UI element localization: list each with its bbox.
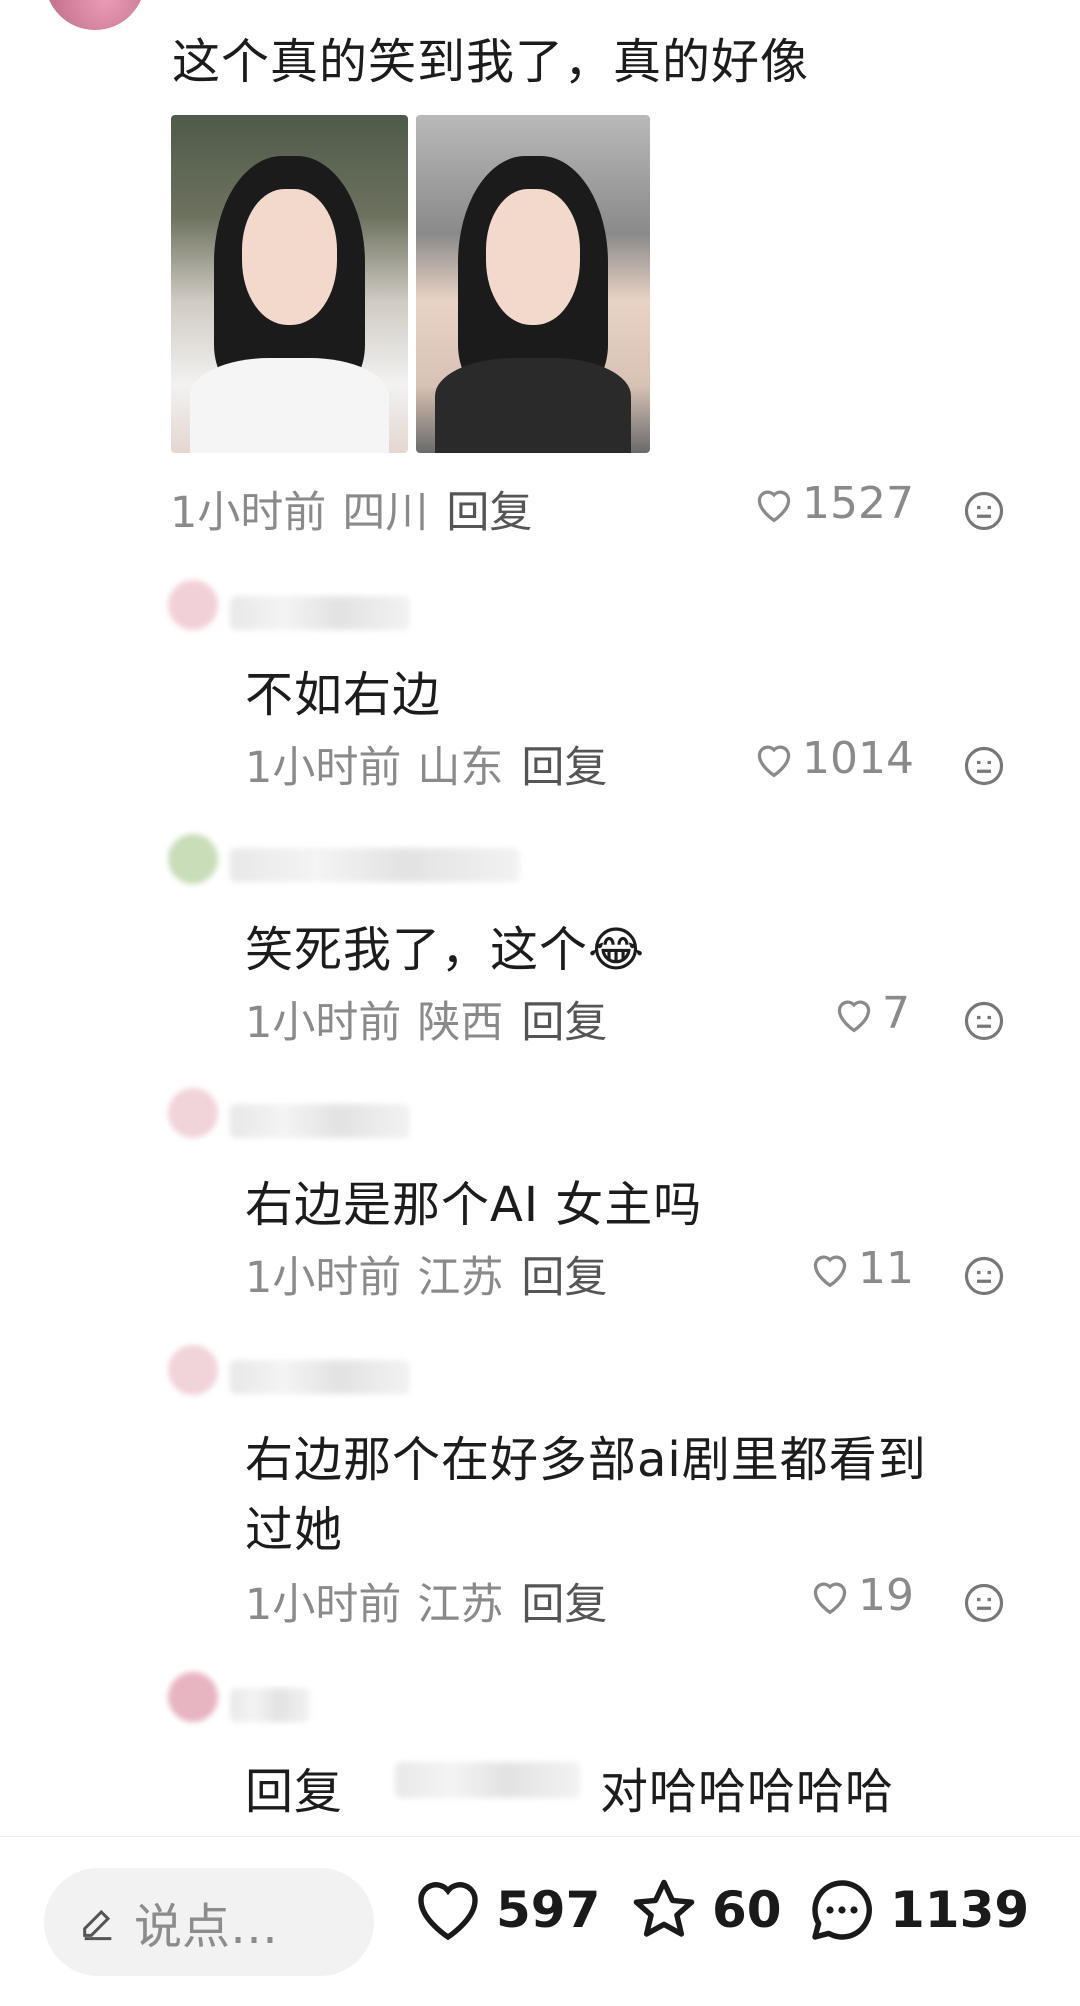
reply-location: 山东 (417, 743, 504, 793)
reply-meta: 1小时前 江苏 回复 (245, 1243, 607, 1305)
reply-time: 1小时前 (245, 1580, 402, 1630)
reply-username[interactable] (230, 1104, 410, 1138)
reply-location: 江苏 (417, 1580, 504, 1630)
reply-button[interactable]: 回复 (521, 998, 607, 1048)
reply-location: 江苏 (417, 1253, 504, 1303)
emoji-face-icon (964, 1583, 1004, 1623)
comment-button[interactable]: 1139 (806, 1874, 1029, 1946)
heart-outline-icon (757, 745, 791, 777)
reply-text-line-1: 右边那个在好多部ai剧里都看到 (245, 1432, 927, 1488)
reply-avatar[interactable] (168, 1672, 218, 1722)
favorite-button[interactable]: 60 (628, 1874, 782, 1946)
emoji-react-button[interactable] (963, 745, 1005, 791)
reply-username[interactable] (230, 596, 410, 630)
like-button[interactable]: 1014 (752, 733, 914, 784)
reply-avatar[interactable] (168, 1088, 218, 1138)
post-like-count: 597 (496, 1881, 601, 1939)
reply-avatar[interactable] (168, 580, 218, 630)
reply-location: 陕西 (417, 998, 504, 1048)
star-icon (633, 1879, 695, 1937)
reply-time: 1小时前 (245, 1253, 402, 1303)
reply-button[interactable]: 回复 (521, 1253, 607, 1303)
reply-text: 右边是那个AI 女主吗 (245, 1177, 703, 1233)
mentioned-username[interactable] (395, 1762, 580, 1798)
like-count: 11 (858, 1243, 914, 1294)
comment-image-left[interactable] (171, 115, 408, 453)
heart-outline-icon (837, 1000, 871, 1032)
like-count: 19 (858, 1570, 914, 1621)
reply-button[interactable]: 回复 (446, 488, 532, 538)
like-count: 1527 (802, 478, 914, 529)
heart-outline-icon (757, 490, 791, 522)
emoji-face-icon (964, 491, 1004, 531)
emoji-react-button[interactable] (963, 490, 1005, 536)
reply-avatar[interactable] (168, 834, 218, 884)
favorite-count: 60 (712, 1881, 782, 1939)
comment-input[interactable]: 说点… (44, 1868, 374, 1976)
reply-text-line-2: 过她 (245, 1502, 344, 1558)
like-button[interactable]: 7 (832, 988, 910, 1039)
pencil-icon (83, 1909, 112, 1941)
chat-bubble-icon (812, 1880, 872, 1940)
reply-button[interactable]: 回复 (521, 743, 607, 793)
reply-button[interactable]: 回复 (521, 1580, 607, 1630)
post-like-button[interactable]: 597 (412, 1874, 600, 1946)
emoji-react-button[interactable] (963, 1582, 1005, 1628)
reply-text: 笑死我了，这个😂 (245, 922, 646, 978)
reply-username[interactable] (230, 1360, 410, 1394)
heart-outline-icon (418, 1882, 478, 1941)
like-button[interactable]: 11 (808, 1243, 914, 1294)
reply-username[interactable] (230, 848, 520, 882)
like-count: 1014 (802, 733, 914, 784)
reply-prefix[interactable]: 回复 (245, 1752, 343, 1822)
reply-text: 不如右边 (245, 667, 442, 723)
reply-time: 1小时前 (245, 743, 402, 793)
commenter-avatar[interactable] (45, 0, 145, 30)
comment-time: 1小时前 (170, 488, 327, 538)
emoji-react-button[interactable] (963, 1000, 1005, 1046)
emoji-react-button[interactable] (963, 1255, 1005, 1301)
reply-username[interactable] (230, 1688, 310, 1722)
heart-outline-icon (813, 1582, 847, 1614)
reply-text: 对哈哈哈哈哈 (600, 1764, 895, 1820)
emoji-face-icon (964, 1001, 1004, 1041)
like-button[interactable]: 19 (808, 1570, 914, 1621)
like-button[interactable]: 1527 (752, 478, 914, 529)
comment-input-placeholder: 说点… (134, 1899, 279, 1955)
reply-avatar[interactable] (168, 1345, 218, 1395)
comment-count: 1139 (890, 1881, 1030, 1939)
emoji-face-icon (964, 746, 1004, 786)
comment-location: 四川 (342, 488, 429, 538)
comment-text: 这个真的笑到我了，真的好像 (172, 34, 810, 90)
reply-time: 1小时前 (245, 998, 402, 1048)
heart-outline-icon (813, 1255, 847, 1287)
comment-meta: 1小时前 四川 回复 (170, 478, 532, 540)
reply-meta: 1小时前 山东 回复 (245, 733, 607, 795)
crying-laughing-emoji: 😂 (588, 922, 646, 978)
emoji-face-icon (964, 1256, 1004, 1296)
comment-image-right[interactable] (416, 115, 650, 453)
reply-meta: 1小时前 江苏 回复 (245, 1570, 607, 1632)
reply-meta: 1小时前 陕西 回复 (245, 988, 607, 1050)
like-count: 7 (882, 988, 910, 1039)
